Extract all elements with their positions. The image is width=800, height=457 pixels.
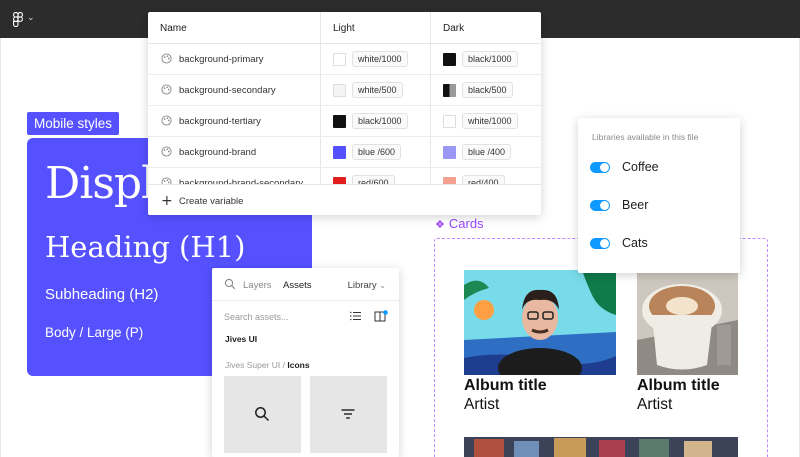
column-header-name[interactable]: Name — [160, 23, 187, 34]
variable-row[interactable]: background-tertiary black/1000 white/100… — [148, 106, 541, 137]
library-toggle[interactable] — [590, 238, 610, 249]
search-icon — [255, 407, 270, 422]
album-cover-image[interactable] — [464, 270, 616, 375]
assets-panel: Layers Assets Library ⌄ Search assets...… — [212, 268, 399, 457]
library-dropdown-label: Library — [347, 280, 377, 291]
libraries-popover: Libraries available in this file Coffee … — [578, 118, 740, 273]
toggle-knob — [600, 163, 609, 172]
color-swatch[interactable] — [443, 146, 456, 159]
breadcrumb: Jives Super UI / Icons — [225, 360, 310, 370]
library-item-cats[interactable]: Cats — [590, 235, 730, 253]
search-assets-input[interactable]: Search assets... — [224, 312, 289, 322]
palette-icon — [161, 146, 172, 157]
body-large-sample: Body / Large (P) — [45, 325, 144, 340]
variables-table: Name Light Dark background-primary white… — [148, 12, 541, 215]
breadcrumb-current: Icons — [287, 360, 310, 370]
palette-icon — [161, 84, 172, 95]
library-label: Cats — [622, 236, 648, 250]
dark-value[interactable]: blue /400 — [462, 144, 512, 160]
variable-name: background-secondary — [179, 85, 276, 96]
library-label: Coffee — [622, 160, 659, 174]
library-book-icon[interactable] — [374, 310, 388, 322]
chevron-down-icon[interactable]: ⌄ — [27, 13, 35, 23]
color-swatch[interactable] — [443, 84, 456, 97]
library-item-beer[interactable]: Beer — [590, 197, 730, 215]
frame-label-cards[interactable]: ❖ Cards — [435, 216, 484, 231]
color-swatch[interactable] — [333, 84, 346, 97]
dark-value[interactable]: black/1000 — [462, 51, 518, 67]
column-header-light[interactable]: Light — [333, 23, 355, 34]
dark-value[interactable]: black/500 — [462, 82, 513, 98]
assets-panel-header: Layers Assets Library ⌄ — [212, 268, 399, 301]
variable-name: background-primary — [179, 54, 264, 65]
variable-name: background-brand — [179, 147, 257, 158]
libraries-title: Libraries available in this file — [592, 132, 699, 142]
asset-tile-filter[interactable] — [310, 376, 387, 453]
toggle-knob — [600, 201, 609, 210]
variable-row[interactable]: background-secondary white/500 black/500 — [148, 75, 541, 106]
color-swatch[interactable] — [443, 115, 456, 128]
toggle-knob — [600, 239, 609, 248]
palette-icon — [161, 115, 172, 126]
dark-value[interactable]: white/1000 — [462, 113, 518, 129]
tab-assets[interactable]: Assets — [283, 280, 312, 291]
cards-label-text: Cards — [448, 216, 484, 231]
color-swatch[interactable] — [333, 115, 346, 128]
column-header-dark[interactable]: Dark — [443, 23, 464, 34]
heading-h1-sample: Heading (H1) — [45, 230, 246, 264]
list-view-icon[interactable] — [350, 311, 361, 321]
subheading-h2-sample: Subheading (H2) — [45, 286, 159, 303]
color-swatch[interactable] — [443, 53, 456, 66]
album-title: Album title — [464, 377, 547, 394]
asset-tile-search[interactable] — [224, 376, 301, 453]
plus-icon: + — [161, 193, 173, 209]
library-label: Beer — [622, 198, 649, 212]
table-header: Name Light Dark — [148, 12, 541, 44]
frame-label-mobile-styles[interactable]: Mobile styles — [27, 112, 120, 135]
album-artist: Artist — [637, 396, 673, 413]
light-value[interactable]: white/1000 — [352, 51, 408, 67]
variable-row[interactable]: background-brand blue /600 blue /400 — [148, 137, 541, 168]
album-artist: Artist — [464, 396, 500, 413]
library-toggle[interactable] — [590, 200, 610, 211]
variable-row[interactable]: background-primary white/1000 black/1000 — [148, 44, 541, 75]
library-toggle[interactable] — [590, 162, 610, 173]
album-title: Album title — [637, 377, 720, 394]
light-value[interactable]: blue /600 — [352, 144, 402, 160]
chevron-down-icon: ⌄ — [379, 281, 386, 290]
library-group-title[interactable]: Jives UI — [225, 334, 257, 344]
tab-layers[interactable]: Layers — [243, 280, 272, 291]
create-variable-button[interactable]: + Create variable — [148, 184, 541, 215]
light-value[interactable]: black/1000 — [352, 113, 408, 129]
breadcrumb-parent[interactable]: Jives Super UI / — [225, 360, 285, 370]
create-variable-label: Create variable — [179, 196, 244, 207]
assets-search-row: Search assets... — [212, 308, 399, 326]
library-item-coffee[interactable]: Coffee — [590, 159, 730, 177]
album-cover-image[interactable] — [637, 270, 738, 375]
color-swatch[interactable] — [333, 146, 346, 159]
figma-logo-icon[interactable] — [13, 12, 23, 27]
filter-icon — [341, 409, 355, 419]
component-icon: ❖ — [435, 218, 445, 231]
album-cover-image[interactable] — [464, 437, 738, 457]
light-value[interactable]: white/500 — [352, 82, 403, 98]
palette-icon — [161, 53, 172, 64]
variable-name: background-tertiary — [179, 116, 261, 127]
library-dropdown[interactable]: Library ⌄ — [348, 280, 386, 291]
color-swatch[interactable] — [333, 53, 346, 66]
search-icon[interactable] — [224, 278, 236, 290]
